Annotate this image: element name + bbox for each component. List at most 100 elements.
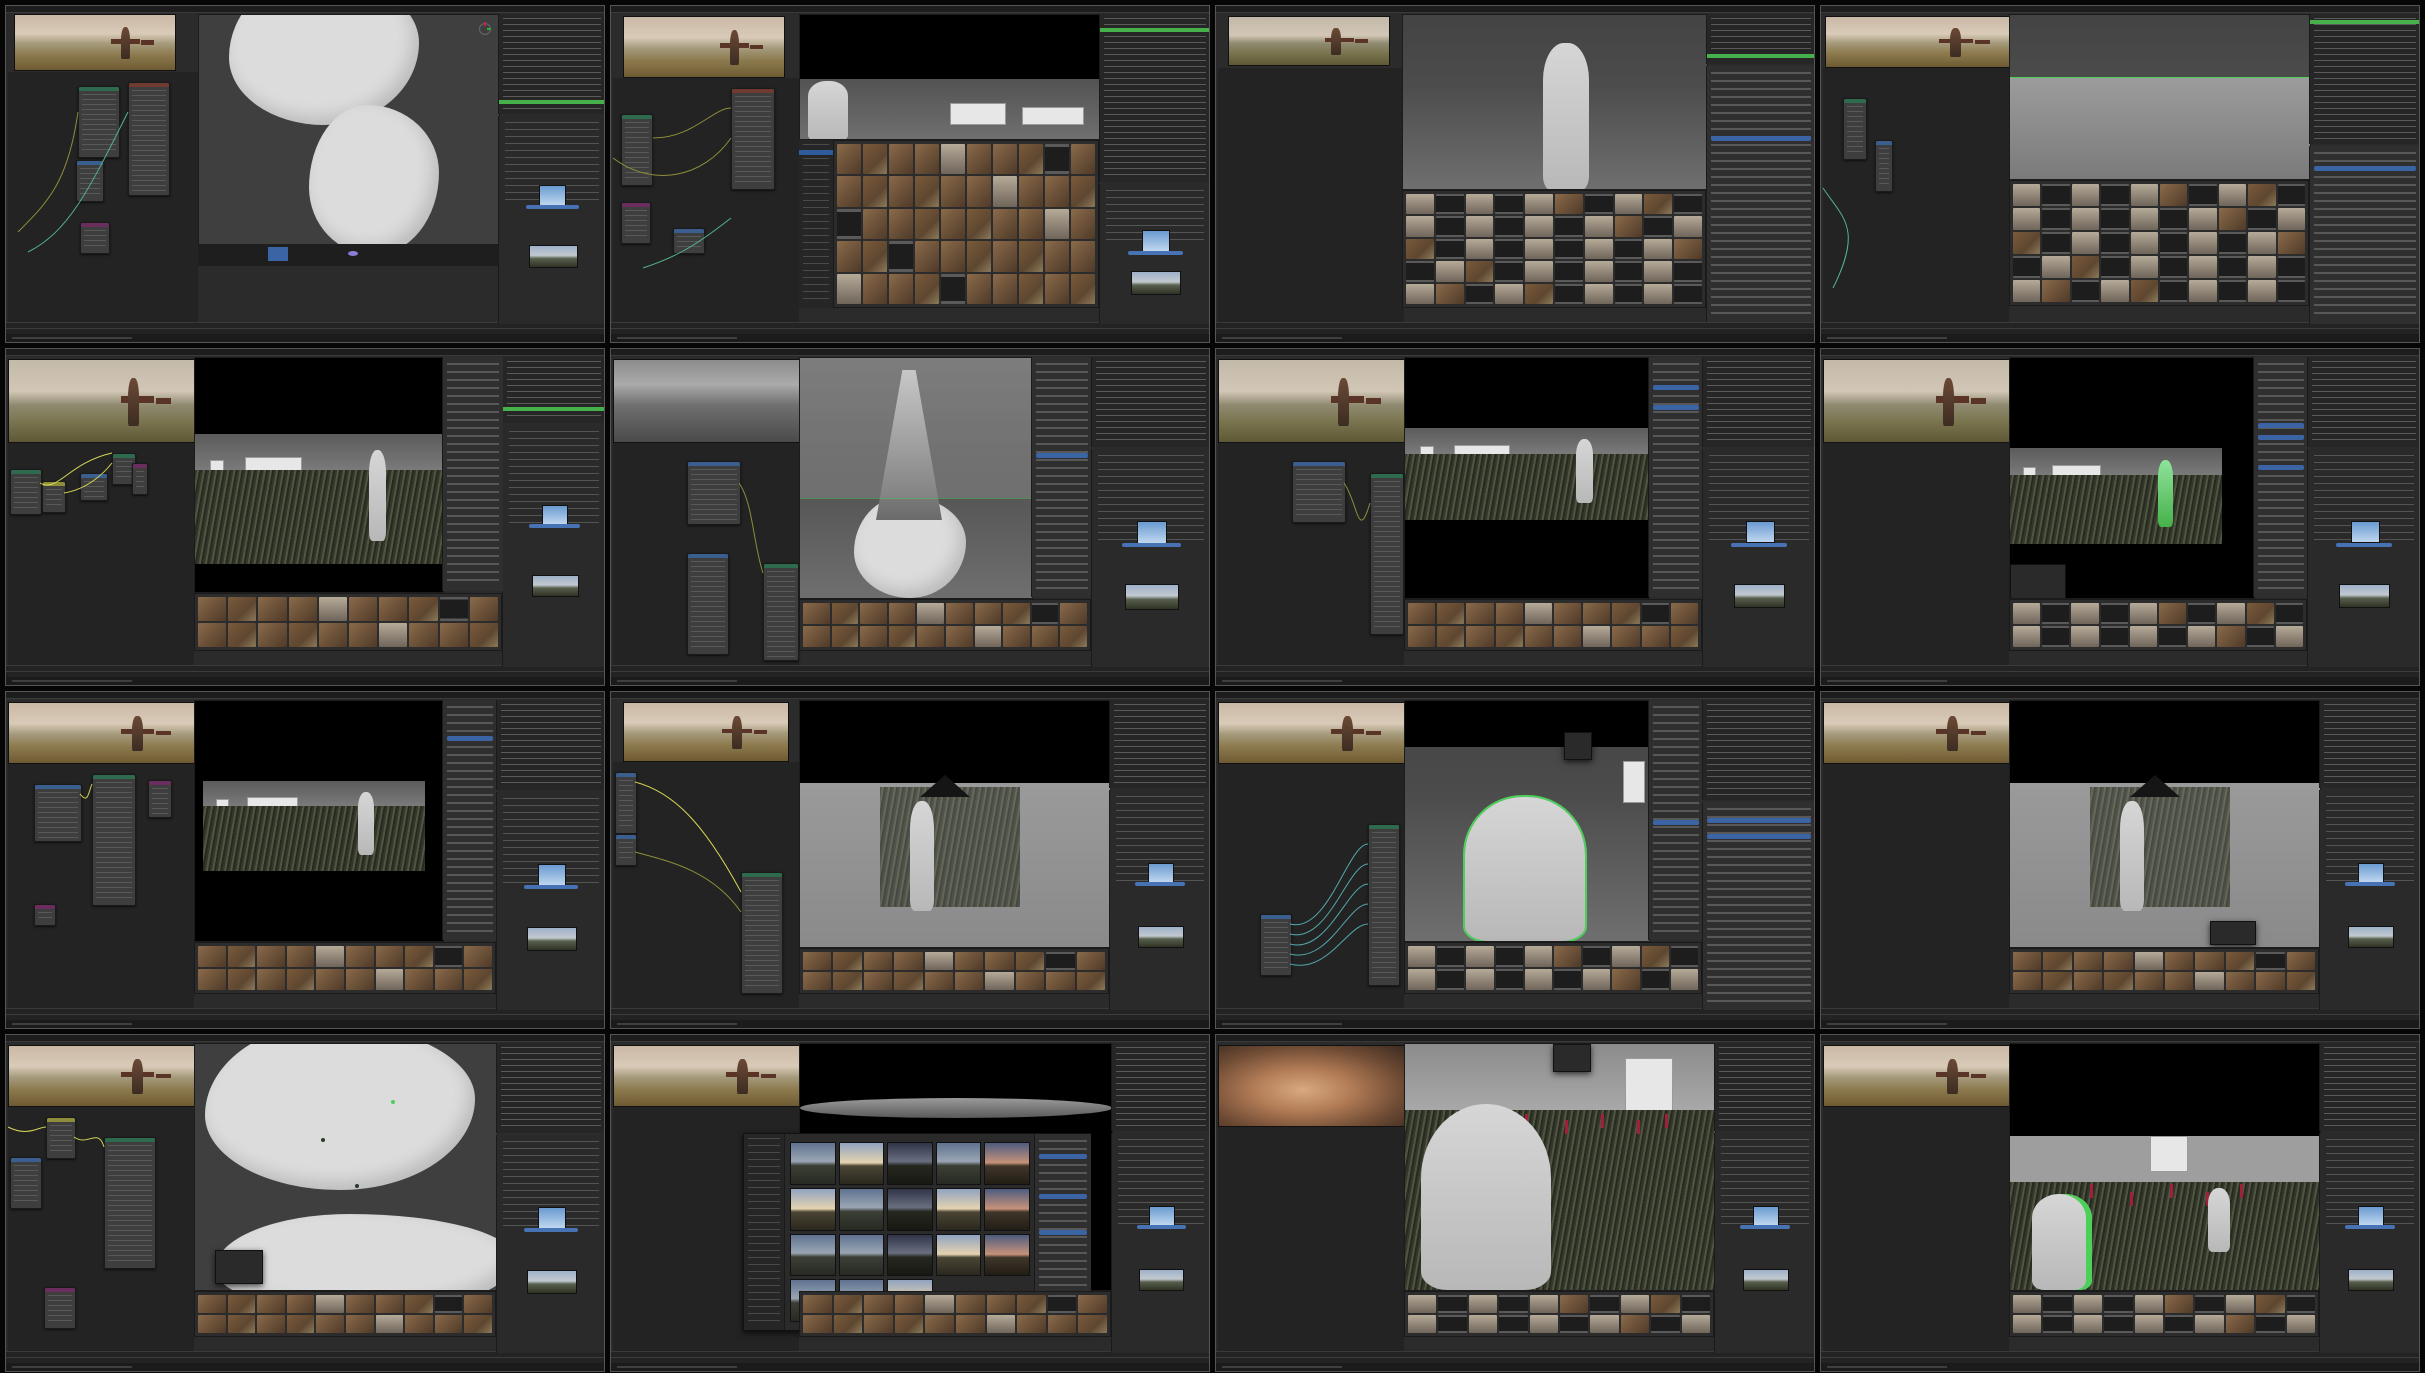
outliner-panel[interactable]: [1099, 14, 1209, 182]
asset-thumbnail[interactable]: [1670, 946, 1698, 967]
top-menu-bar[interactable]: [611, 1035, 1209, 1042]
asset-thumbnail[interactable]: [198, 946, 226, 967]
3d-viewport[interactable]: [799, 14, 1101, 140]
asset-thumbnail[interactable]: [1525, 261, 1553, 282]
asset-thumbnail[interactable]: [2104, 972, 2133, 990]
properties-panel[interactable]: [496, 792, 604, 1010]
asset-thumbnail[interactable]: [1466, 603, 1494, 624]
asset-thumbnail[interactable]: [2042, 184, 2070, 206]
outliner-panel[interactable]: [2309, 14, 2419, 144]
character-mesh[interactable]: [369, 450, 386, 541]
asset-thumbnail[interactable]: [2188, 626, 2216, 647]
shader-node-editor[interactable]: [1218, 764, 1404, 1008]
asset-thumbnail[interactable]: [1499, 1315, 1528, 1333]
asset-thumbnail[interactable]: [915, 176, 939, 207]
asset-thumbnail[interactable]: [2195, 952, 2224, 970]
asset-thumbnail[interactable]: [837, 273, 861, 304]
asset-thumbnail[interactable]: [2134, 1315, 2163, 1333]
sidebar-selected-field[interactable]: [447, 736, 493, 741]
asset-thumbnail[interactable]: [379, 597, 408, 621]
asset-thumbnail[interactable]: [1468, 1295, 1498, 1313]
asset-browser-grid[interactable]: [2009, 1291, 2319, 1337]
asset-thumbnail[interactable]: [837, 144, 861, 175]
timeline-bar[interactable]: [1216, 322, 1814, 334]
3d-viewport[interactable]: [799, 357, 1033, 599]
asset-thumbnail[interactable]: [1559, 1315, 1589, 1333]
shader-node-editor[interactable]: [1822, 68, 2009, 322]
asset-thumbnail[interactable]: [2071, 256, 2100, 278]
asset-thumbnail[interactable]: [1031, 626, 1059, 647]
asset-thumbnail[interactable]: [2225, 1315, 2255, 1333]
asset-thumbnail[interactable]: [2164, 952, 2194, 970]
asset-thumbnail[interactable]: [894, 972, 923, 990]
asset-thumbnail[interactable]: [286, 969, 315, 990]
top-menu-bar[interactable]: [6, 1035, 604, 1042]
asset-thumbnail[interactable]: [1584, 194, 1613, 215]
asset-thumbnail[interactable]: [257, 1315, 285, 1333]
asset-thumbnail[interactable]: [439, 623, 468, 647]
asset-thumbnail[interactable]: [434, 946, 463, 967]
asset-thumbnail[interactable]: [405, 969, 433, 990]
asset-thumbnail[interactable]: [967, 273, 991, 304]
shader-node-editor[interactable]: [8, 72, 198, 322]
asset-thumbnail[interactable]: [993, 176, 1017, 207]
asset-thumbnail[interactable]: [258, 597, 287, 621]
asset-thumbnail[interactable]: [803, 972, 832, 990]
sidebar-selected-field[interactable]: [2258, 423, 2304, 428]
asset-thumbnail[interactable]: [1529, 1295, 1558, 1313]
asset-thumbnail[interactable]: [2286, 1315, 2315, 1333]
asset-thumbnail[interactable]: [1651, 1295, 1680, 1313]
asset-thumbnail[interactable]: [2256, 1315, 2285, 1333]
asset-browser-grid[interactable]: [799, 948, 1109, 994]
asset-thumbnail[interactable]: [2129, 603, 2157, 624]
asset-thumbnail[interactable]: [1465, 238, 1494, 260]
image-preview-popup[interactable]: [1564, 732, 1592, 760]
asset-thumbnail[interactable]: [1045, 241, 1069, 272]
asset-thumbnail[interactable]: [803, 1295, 832, 1313]
sidebar-selected-field[interactable]: [2258, 465, 2304, 470]
top-menu-bar[interactable]: [6, 349, 604, 356]
asset-thumbnail[interactable]: [349, 623, 378, 647]
asset-thumbnail[interactable]: [915, 144, 939, 175]
sidebar-selected-field[interactable]: [1036, 453, 1088, 458]
asset-thumbnail[interactable]: [2101, 256, 2129, 278]
asset-thumbnail[interactable]: [2071, 184, 2100, 206]
asset-thumbnail[interactable]: [1554, 261, 1583, 282]
asset-thumbnail[interactable]: [863, 952, 893, 970]
asset-thumbnail[interactable]: [1590, 1295, 1619, 1313]
asset-thumbnail[interactable]: [1614, 261, 1643, 282]
properties-panel[interactable]: [1714, 1133, 1814, 1353]
asset-thumbnail[interactable]: [2129, 626, 2157, 647]
top-menu-bar[interactable]: [1216, 692, 1814, 699]
asset-thumbnail[interactable]: [2130, 256, 2158, 278]
asset-thumbnail[interactable]: [434, 1295, 463, 1313]
asset-browser-grid[interactable]: [2009, 180, 2309, 306]
asset-thumbnail[interactable]: [1495, 626, 1523, 647]
properties-panel[interactable]: [2319, 790, 2419, 1010]
asset-thumbnail[interactable]: [405, 1315, 433, 1333]
top-menu-bar[interactable]: [6, 6, 604, 13]
asset-thumbnail[interactable]: [1644, 194, 1673, 215]
outliner-active-row[interactable]: [1100, 28, 1209, 32]
asset-thumbnail[interactable]: [1670, 969, 1698, 990]
asset-thumbnail[interactable]: [1045, 273, 1069, 304]
asset-thumbnail[interactable]: [1681, 1315, 1710, 1333]
asset-thumbnail[interactable]: [1465, 261, 1494, 282]
asset-thumbnail[interactable]: [2164, 1295, 2194, 1313]
asset-thumbnail[interactable]: [409, 597, 438, 621]
asset-thumbnail[interactable]: [1674, 261, 1702, 282]
hdri-thumbnail[interactable]: [790, 1142, 836, 1185]
hdri-thumbnail[interactable]: [838, 1142, 885, 1185]
shader-node-editor[interactable]: [613, 443, 799, 665]
properties-panel[interactable]: [1099, 184, 1209, 324]
asset-thumbnail[interactable]: [889, 144, 913, 175]
asset-browser-grid[interactable]: [194, 1291, 496, 1337]
asset-thumbnail[interactable]: [1641, 626, 1669, 647]
asset-thumbnail[interactable]: [2071, 280, 2100, 302]
asset-thumbnail[interactable]: [1437, 969, 1465, 990]
asset-thumbnail[interactable]: [2164, 972, 2194, 990]
asset-thumbnail[interactable]: [1408, 603, 1436, 624]
asset-thumbnail[interactable]: [993, 273, 1017, 304]
asset-thumbnail[interactable]: [833, 972, 862, 990]
top-menu-bar[interactable]: [611, 692, 1209, 699]
